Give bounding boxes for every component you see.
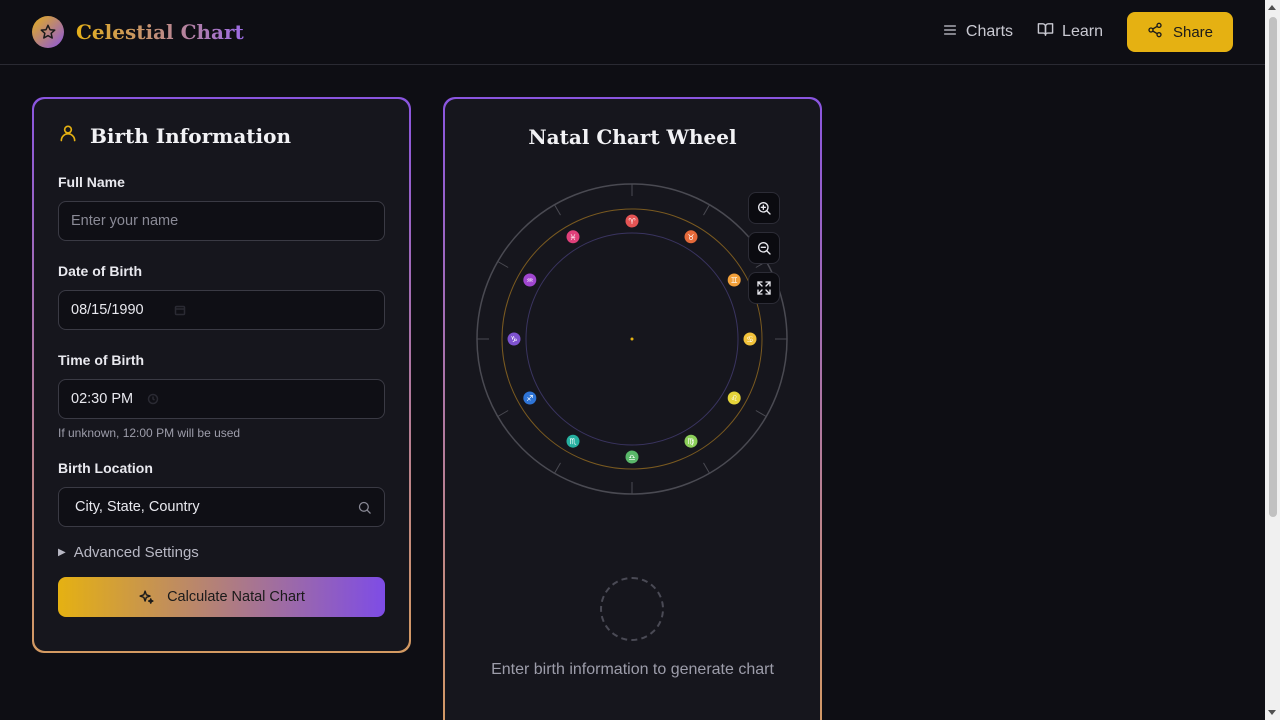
birth-info-panel: Birth Information Full Name Enter your n… <box>32 97 411 653</box>
natal-chart-wheel: ♈ ♉ ♊ ♋ ♌ ♍ ♎ ♏ ♐ ♑ ♒ ♓ <box>476 183 788 495</box>
zodiac-sign-glyph: ♐ <box>526 394 533 403</box>
caret-right-icon: ▶ <box>58 547 66 558</box>
zodiac-sign-glyph: ♎ <box>628 453 635 462</box>
top-nav: Charts Learn Share <box>942 12 1233 52</box>
zoom-out-button[interactable] <box>748 232 780 264</box>
location-label: Birth Location <box>58 460 153 476</box>
scroll-down-arrow[interactable] <box>1268 710 1276 715</box>
location-input[interactable]: City, State, Country <box>58 487 385 527</box>
zodiac-sign-glyph: ♏ <box>569 437 577 446</box>
zodiac-sign-glyph: ♈ <box>628 217 635 226</box>
zodiac-sign-glyph: ♍ <box>687 437 694 446</box>
app-header: Celestial Chart Charts Learn Share <box>0 0 1265 65</box>
scroll-up-arrow[interactable] <box>1268 5 1276 10</box>
loading-placeholder <box>600 577 664 641</box>
center-dot <box>630 337 634 341</box>
nav-charts-label: Charts <box>965 23 1014 40</box>
zodiac-sign-glyph: ♒ <box>526 276 533 285</box>
name-input[interactable]: Enter your name <box>58 201 385 241</box>
star-icon <box>32 16 64 48</box>
app-title: Celestial Chart <box>76 20 244 44</box>
page-scrollbar[interactable] <box>1265 0 1280 720</box>
search-icon[interactable] <box>357 500 372 515</box>
empty-state-text: Enter birth information to generate char… <box>491 661 774 678</box>
dob-value: 08/15/1990 <box>71 302 144 318</box>
zoom-out-icon <box>756 240 772 256</box>
menu-icon <box>942 22 958 43</box>
nav-charts[interactable]: Charts <box>942 22 1013 43</box>
panel-title: Birth Information <box>90 123 291 148</box>
zoom-in-button[interactable] <box>748 192 780 224</box>
user-icon <box>58 123 78 148</box>
share-icon <box>1147 22 1163 42</box>
house-tick <box>703 204 710 216</box>
nav-learn[interactable]: Learn <box>1037 21 1103 43</box>
house-tick <box>703 462 710 474</box>
fullscreen-button[interactable] <box>748 272 780 304</box>
advanced-settings-label: Advanced Settings <box>73 544 199 561</box>
share-label: Share <box>1172 23 1213 41</box>
house-tick <box>497 261 509 268</box>
house-tick <box>554 204 561 216</box>
location-value: City, State, Country <box>75 499 200 515</box>
name-label: Full Name <box>58 174 125 190</box>
scroll-thumb[interactable] <box>1269 17 1277 517</box>
name-placeholder: Enter your name <box>71 213 179 229</box>
book-icon <box>1037 21 1054 43</box>
dob-input[interactable]: 08/15/1990 <box>58 290 385 330</box>
brand[interactable]: Celestial Chart <box>32 16 244 48</box>
calculate-button[interactable]: Calculate Natal Chart <box>58 577 385 617</box>
advanced-settings-toggle[interactable]: ▶ Advanced Settings <box>58 544 385 561</box>
tob-input[interactable]: 02:30 PM <box>58 379 385 419</box>
zodiac-sign-glyph: ♉ <box>687 233 694 242</box>
expand-icon <box>756 280 772 296</box>
zodiac-sign-glyph: ♋ <box>746 335 753 344</box>
house-tick <box>497 410 509 417</box>
zodiac-sign-glyph: ♊ <box>731 276 738 285</box>
house-tick <box>755 410 767 417</box>
chart-panel: Natal Chart Wheel ♈ ♉ ♊ ♋ ♌ ♍ ♎ ♏ ♐ ♑ ♒ ♓ <box>443 97 822 720</box>
chart-title: Natal Chart Wheel <box>528 125 737 149</box>
tob-label: Time of Birth <box>58 352 145 368</box>
zoom-in-icon <box>756 200 772 216</box>
zodiac-sign-glyph: ♑ <box>510 335 517 344</box>
nav-learn-label: Learn <box>1062 23 1103 40</box>
house-tick <box>554 462 561 474</box>
dob-label: Date of Birth <box>58 263 142 279</box>
tob-value: 02:30 PM <box>71 391 134 407</box>
calculate-label: Calculate Natal Chart <box>167 589 305 605</box>
sparkles-icon <box>138 589 155 606</box>
birth-info-heading: Birth Information <box>58 123 385 148</box>
clock-icon[interactable] <box>147 393 159 405</box>
zodiac-sign-glyph: ♌ <box>731 394 738 403</box>
zodiac-sign-glyph: ♓ <box>569 233 576 242</box>
tob-hint: If unknown, 12:00 PM will be used <box>58 426 241 440</box>
share-button[interactable]: Share <box>1126 12 1233 52</box>
calendar-icon[interactable] <box>174 304 186 316</box>
